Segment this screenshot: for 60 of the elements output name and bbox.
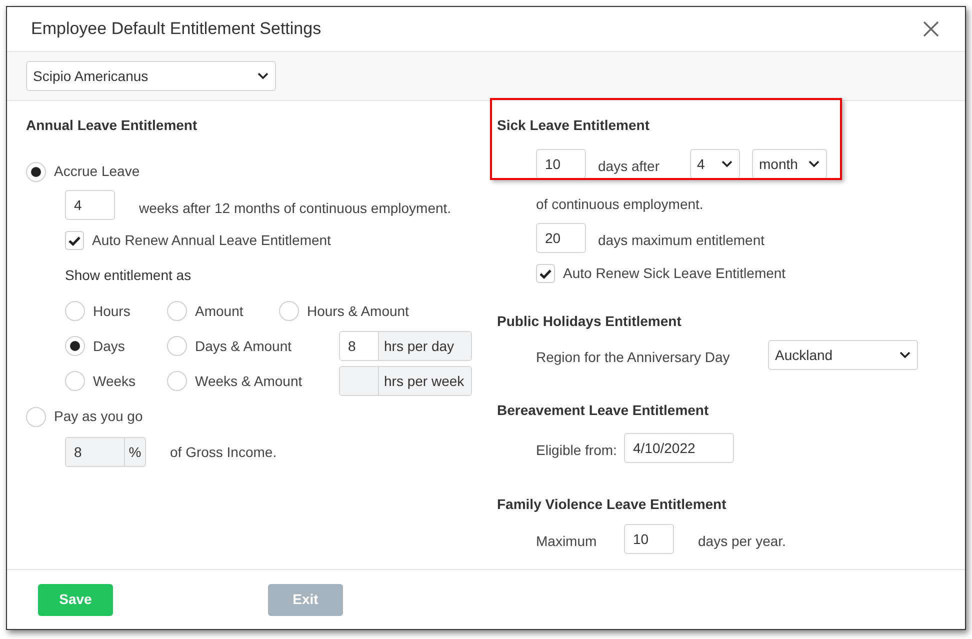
radio-label: Amount: [195, 302, 244, 320]
checkbox-label: Auto Renew Sick Leave Entitlement: [563, 264, 786, 283]
radio-button[interactable]: [279, 301, 299, 321]
percent-field[interactable]: 8 %: [65, 437, 146, 467]
chevron-down-icon: [899, 351, 911, 359]
checkmark-icon: [68, 236, 81, 246]
field-label: Region for the Anniversary Day: [536, 348, 731, 367]
unit-field[interactable]: hrs per week: [339, 366, 472, 396]
dropdown[interactable]: month: [752, 149, 827, 179]
chevron-down-icon: [721, 160, 733, 168]
field-label: days after: [598, 156, 660, 176]
section-heading: Bereavement Leave Entitlement: [497, 401, 710, 420]
number-field[interactable]: 10: [624, 524, 674, 554]
unit-field[interactable]: 8 hrs per day: [339, 331, 472, 361]
number-field[interactable]: 4: [65, 190, 115, 220]
radio-label: Days & Amount: [195, 336, 292, 356]
radio-button[interactable]: [167, 301, 187, 321]
field-label: days per year.: [698, 532, 786, 551]
radio-label: Days: [93, 336, 125, 356]
radio-label: Accrue Leave: [54, 162, 140, 181]
chevron-down-icon: [808, 160, 820, 168]
radio-button[interactable]: [65, 301, 85, 321]
radio-button[interactable]: [26, 406, 46, 426]
checkbox[interactable]: [65, 231, 84, 250]
field-label: Eligible from:: [536, 440, 618, 460]
field-label: weeks after 12 months of continuous employment.: [139, 198, 452, 218]
unit-label: hrs per day: [379, 332, 471, 360]
close-button[interactable]: [921, 19, 941, 39]
dropdown[interactable]: 4: [690, 149, 740, 179]
field-label: Maximum: [536, 532, 598, 550]
field-label: Show entitlement as: [65, 267, 192, 283]
employee-dropdown[interactable]: Scipio Americanus: [26, 61, 276, 91]
section-heading: Annual Leave Entitlement: [26, 116, 198, 135]
radio-label: Pay as you go: [54, 407, 143, 426]
field-label: of continuous employment.: [536, 196, 704, 212]
radio-button[interactable]: [167, 336, 187, 356]
section-heading: Public Holidays Entitlement: [497, 312, 682, 331]
window-title: Employee Default Entitlement Settings: [31, 18, 322, 40]
unit-label: hrs per week: [379, 367, 471, 395]
radio-button[interactable]: [65, 371, 85, 391]
radio-label: Weeks: [93, 372, 136, 390]
radio-label: Hours: [93, 302, 130, 320]
field-label: of Gross Income.: [170, 442, 277, 462]
field-label: days maximum entitlement: [598, 230, 765, 250]
date-field[interactable]: 4/10/2022: [624, 433, 734, 463]
number-field[interactable]: 10: [536, 149, 586, 179]
checkbox-label: Auto Renew Annual Leave Entitlement: [92, 231, 331, 250]
radio-button[interactable]: [167, 371, 187, 391]
radio-button[interactable]: [65, 336, 85, 356]
region-dropdown[interactable]: Auckland: [768, 340, 918, 370]
radio-label: Weeks & Amount: [195, 372, 302, 390]
chevron-down-icon: [257, 72, 269, 80]
unit-label: %: [128, 442, 142, 462]
section-heading: Family Violence Leave Entitlement: [497, 495, 728, 514]
checkbox[interactable]: [536, 264, 555, 283]
section-heading: Sick Leave Entitlement: [497, 116, 651, 135]
radio-button[interactable]: [26, 162, 46, 182]
radio-label: Hours & Amount: [307, 302, 409, 320]
checkmark-icon: [539, 268, 552, 278]
number-field[interactable]: 20: [536, 223, 586, 253]
